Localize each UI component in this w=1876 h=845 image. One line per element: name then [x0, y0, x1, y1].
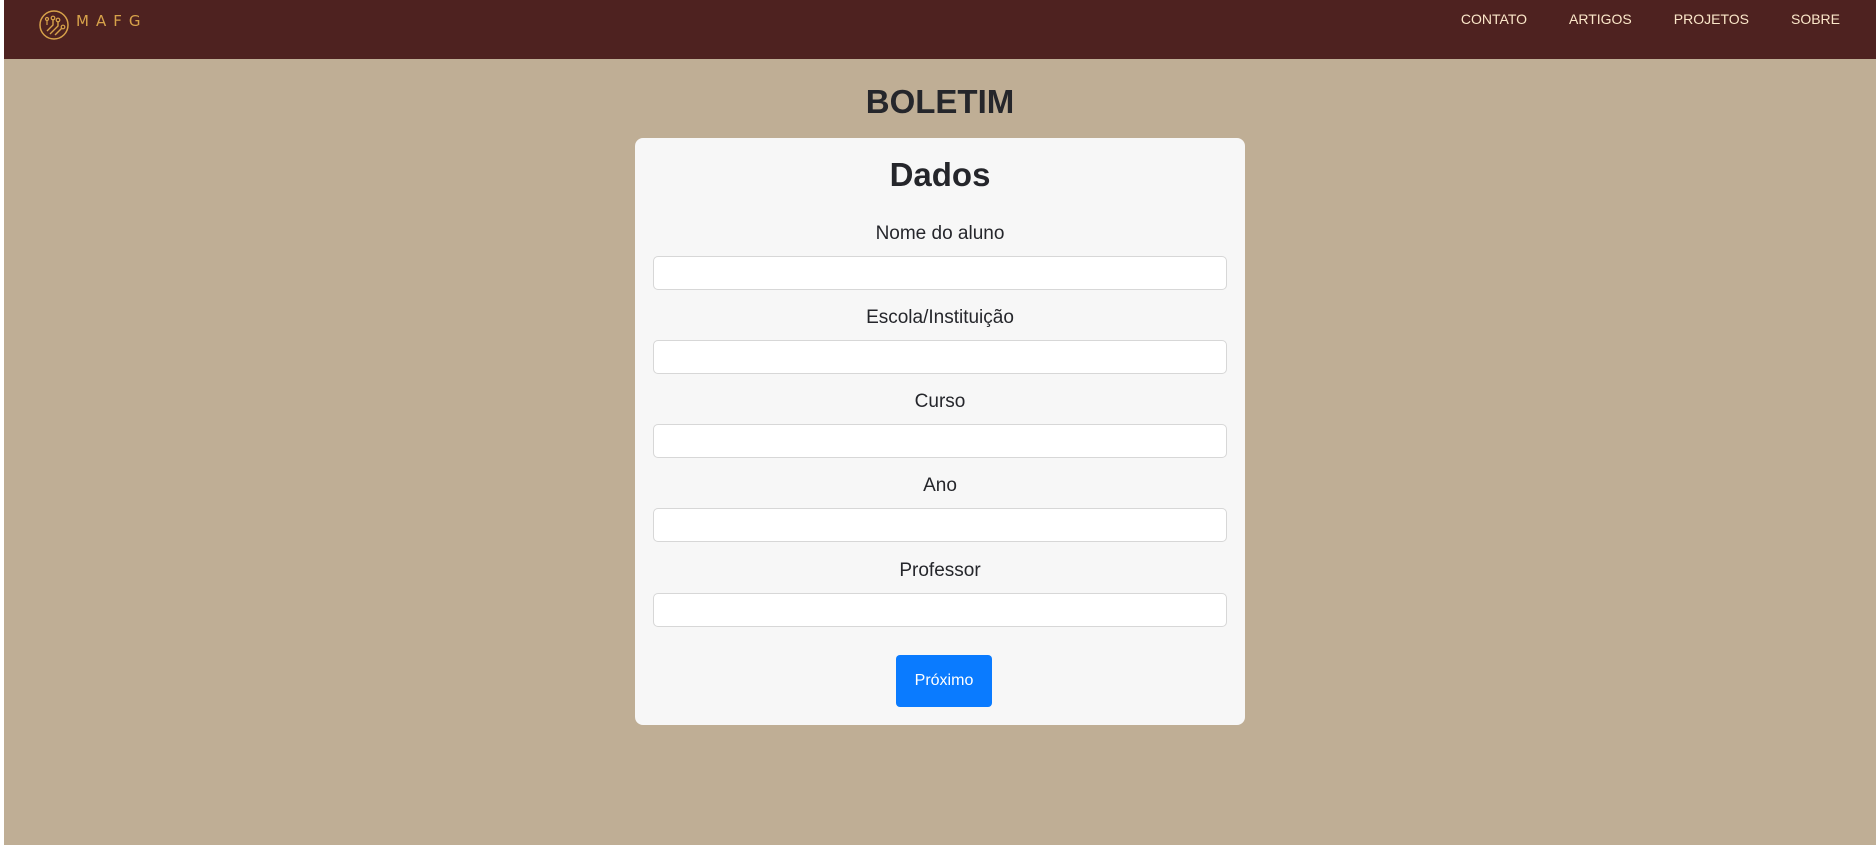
circuit-logo-icon — [39, 10, 69, 40]
nav-link-projetos[interactable]: PROJETOS — [1674, 10, 1749, 28]
course-label: Curso — [914, 391, 966, 412]
brand-name: MAFG — [76, 11, 148, 30]
brand-logo[interactable]: MAFG — [38, 9, 147, 41]
next-button[interactable]: Próximo — [896, 655, 992, 707]
year-input[interactable] — [653, 508, 1227, 542]
year-label: Ano — [923, 475, 957, 496]
school-label: Escola/Instituição — [866, 307, 1014, 328]
page-title: BOLETIM — [865, 83, 1015, 120]
student-name-input[interactable] — [653, 256, 1227, 290]
course-input[interactable] — [653, 424, 1227, 458]
nav-links: CONTATO ARTIGOS PROJETOS SOBRE — [1461, 10, 1840, 28]
teacher-input[interactable] — [653, 593, 1227, 627]
teacher-label: Professor — [899, 560, 981, 581]
nav-link-sobre[interactable]: SOBRE — [1791, 10, 1840, 28]
form-title: Dados — [889, 156, 991, 193]
data-form-card: Dados Nome do aluno Escola/Instituição C… — [635, 138, 1245, 725]
school-input[interactable] — [653, 340, 1227, 374]
page-background: MAFG CONTATO ARTIGOS PROJETOS SOBRE BOLE… — [4, 0, 1876, 845]
nav-link-contato[interactable]: CONTATO — [1461, 10, 1527, 28]
student-name-label: Nome do aluno — [875, 223, 1005, 244]
navbar: MAFG CONTATO ARTIGOS PROJETOS SOBRE — [4, 0, 1876, 59]
nav-link-artigos[interactable]: ARTIGOS — [1569, 10, 1632, 28]
